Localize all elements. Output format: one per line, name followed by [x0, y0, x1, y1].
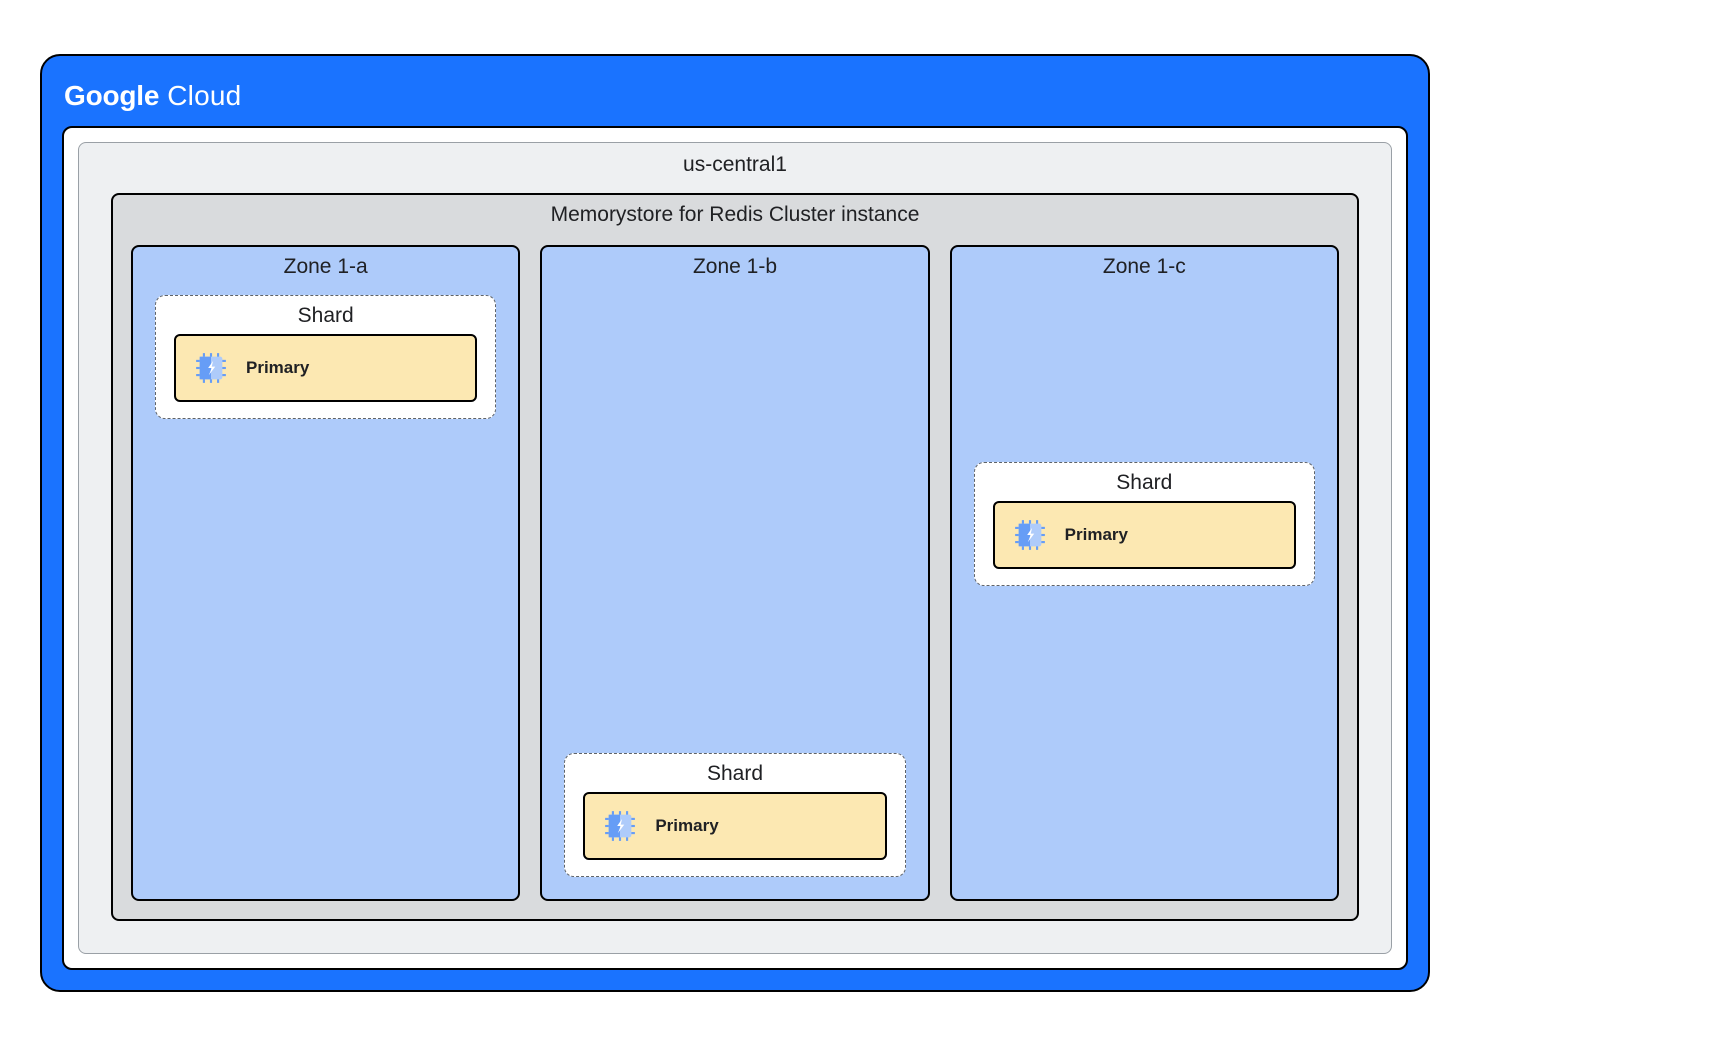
shard-label: Shard [583, 762, 886, 786]
cluster-label: Memorystore for Redis Cluster instance [113, 195, 1357, 227]
shard-box: Shard [974, 462, 1315, 586]
shard-box: Shard [155, 295, 496, 419]
memorystore-icon [1013, 518, 1047, 552]
google-cloud-logo: Google Cloud [64, 80, 241, 112]
primary-node: Primary [174, 334, 477, 402]
primary-label: Primary [1065, 525, 1128, 545]
shard-label: Shard [174, 304, 477, 328]
zone-label: Zone 1-a [133, 247, 518, 279]
logo-rest: Cloud [159, 80, 241, 111]
diagram-page: Google Cloud us-central1 Memorystore for… [0, 0, 1730, 1049]
region-label: us-central1 [79, 143, 1391, 177]
zone-label: Zone 1-c [952, 247, 1337, 279]
inner-white-frame: us-central1 Memorystore for Redis Cluste… [62, 126, 1408, 970]
primary-label: Primary [246, 358, 309, 378]
shard-label: Shard [993, 471, 1296, 495]
primary-label: Primary [655, 816, 718, 836]
memorystore-icon [603, 809, 637, 843]
zone-box-1c: Zone 1-c Shard [950, 245, 1339, 901]
zone-box-1b: Zone 1-b Shard [540, 245, 929, 901]
primary-node: Primary [583, 792, 886, 860]
primary-node: Primary [993, 501, 1296, 569]
shard-box: Shard [564, 753, 905, 877]
logo-bold: Google [64, 80, 159, 111]
zones-row: Zone 1-a Shard [131, 245, 1339, 901]
region-box: us-central1 Memorystore for Redis Cluste… [78, 142, 1392, 954]
cluster-instance-box: Memorystore for Redis Cluster instance Z… [111, 193, 1359, 921]
zone-label: Zone 1-b [542, 247, 927, 279]
zone-box-1a: Zone 1-a Shard [131, 245, 520, 901]
google-cloud-frame: Google Cloud us-central1 Memorystore for… [40, 54, 1430, 992]
memorystore-icon [194, 351, 228, 385]
